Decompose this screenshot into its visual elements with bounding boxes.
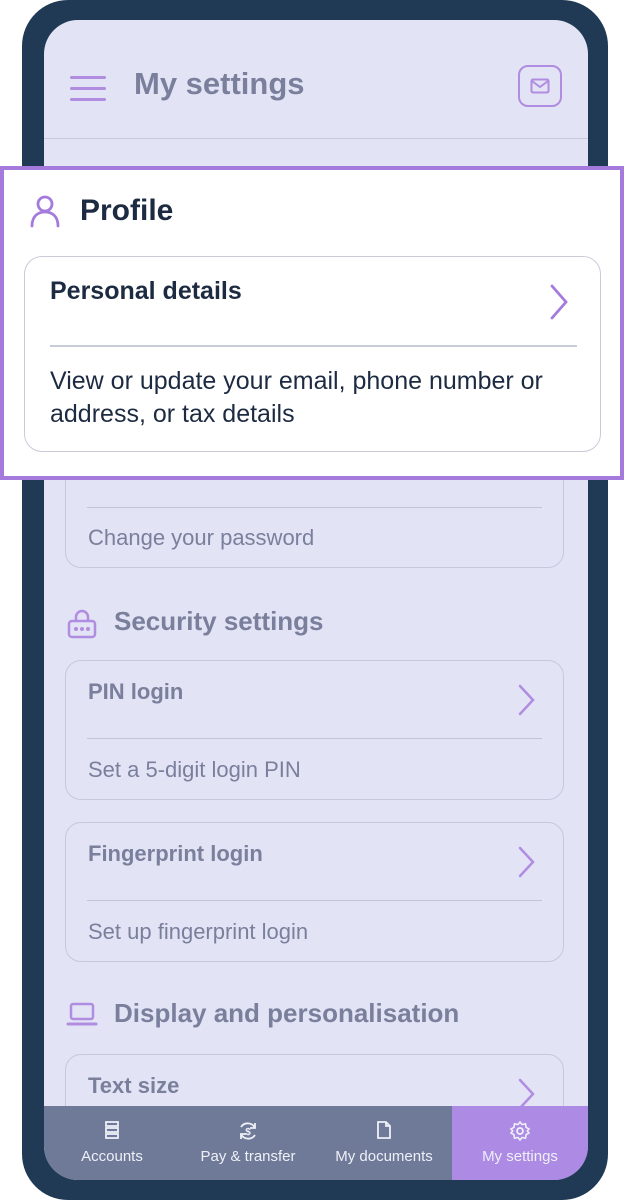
mail-icon (530, 78, 550, 94)
card-title: Fingerprint login (88, 841, 263, 866)
chevron-right-icon (518, 846, 535, 878)
hamburger-menu-icon[interactable] (70, 76, 106, 102)
bottom-navigation: Accounts $ Pay & transfer My documents M… (44, 1106, 588, 1180)
chevron-right-icon (518, 684, 535, 716)
section-title-security: Security settings (114, 606, 324, 636)
nav-label: Pay & transfer (200, 1148, 296, 1165)
card-title: PIN login (88, 679, 184, 704)
document-icon (377, 1121, 391, 1139)
fingerprint-login-card[interactable]: Fingerprint login Set up fingerprint log… (65, 822, 564, 962)
card-description: Change your password (88, 525, 315, 550)
accounts-icon (105, 1121, 119, 1139)
personal-details-card[interactable]: Personal details View or update your ema… (24, 256, 601, 452)
nav-label: Accounts (81, 1148, 143, 1165)
svg-text:$: $ (245, 1127, 251, 1138)
nav-label: My settings (482, 1148, 558, 1165)
mail-button[interactable] (518, 65, 562, 107)
gear-icon (509, 1120, 531, 1142)
card-description: View or update your email, phone number … (50, 367, 543, 428)
chevron-right-icon (550, 284, 568, 320)
nav-my-settings[interactable]: My settings (452, 1106, 588, 1180)
card-description: Set up fingerprint login (88, 919, 309, 944)
person-icon (30, 195, 60, 228)
transfer-icon: $ (240, 1122, 256, 1140)
nav-accounts[interactable]: Accounts (44, 1106, 180, 1180)
nav-pay-transfer[interactable]: $ Pay & transfer (180, 1106, 316, 1180)
nav-my-documents[interactable]: My documents (316, 1106, 452, 1180)
page-title: My settings (134, 66, 305, 101)
card-title: Text size (88, 1073, 180, 1098)
nav-label: My documents (335, 1148, 433, 1165)
laptop-icon (66, 1002, 98, 1026)
pin-login-card[interactable]: PIN login Set a 5-digit login PIN (65, 660, 564, 800)
top-bar: My settings (44, 20, 588, 139)
profile-section-highlight: Profile Personal details View or update … (0, 166, 624, 480)
lock-keypad-icon (67, 609, 97, 639)
card-title: Personal details (50, 277, 242, 305)
section-title-profile: Profile (80, 194, 174, 227)
card-description: Set a 5-digit login PIN (88, 757, 301, 782)
section-title-display: Display and personalisation (114, 998, 460, 1028)
